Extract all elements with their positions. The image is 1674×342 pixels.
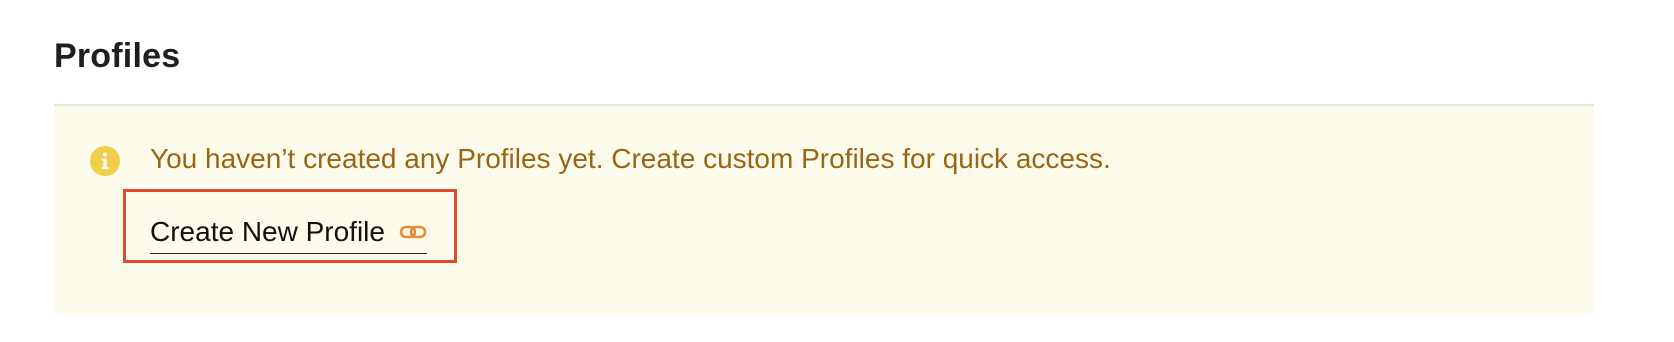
page-title: Profiles — [54, 37, 181, 75]
empty-state-notice — [54, 106, 1594, 315]
create-new-profile-link[interactable]: Create New Profile — [150, 213, 427, 254]
link-icon — [399, 225, 427, 239]
create-new-profile-label: Create New Profile — [150, 216, 385, 247]
empty-state-message: You haven’t created any Profiles yet. Cr… — [150, 143, 1111, 174]
info-icon — [90, 146, 120, 176]
